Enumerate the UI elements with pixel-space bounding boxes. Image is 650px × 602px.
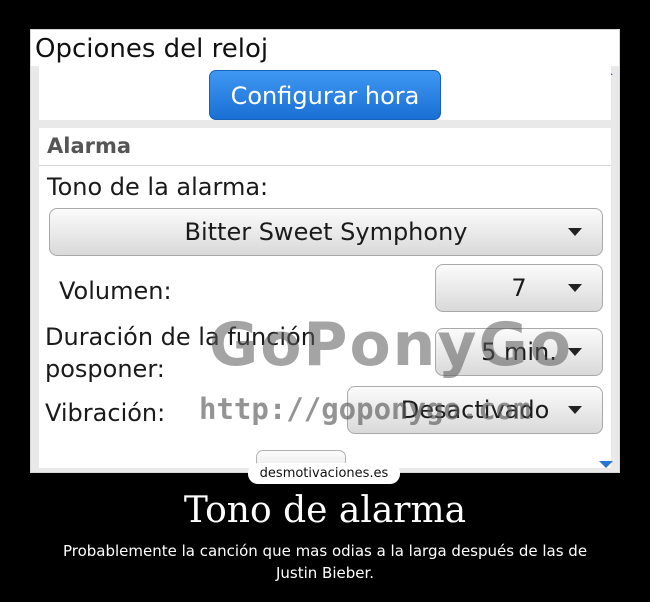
- alarm-section-heading: Alarma: [39, 128, 611, 166]
- chevron-down-icon: [568, 406, 582, 414]
- watermark-brand: GoPonyGo: [209, 310, 573, 380]
- snooze-label-line2: posponer:: [45, 355, 165, 383]
- poster-caption: Probablemente la canción que mas odias a…: [62, 542, 588, 582]
- tone-value: Bitter Sweet Symphony: [184, 218, 468, 246]
- vibration-label: Vibración:: [45, 399, 166, 427]
- tone-dropdown[interactable]: Bitter Sweet Symphony: [49, 208, 603, 256]
- poster-title: Tono de alarma: [183, 490, 467, 531]
- screenshot-frame: Opciones del reloj Configurar hora Alarm…: [30, 29, 620, 473]
- watermark-url: http://goponygo.com: [199, 392, 531, 426]
- chevron-down-icon: [568, 228, 582, 236]
- site-badge: desmotivaciones.es: [248, 463, 400, 484]
- volume-dropdown[interactable]: 7: [435, 264, 603, 312]
- page-title: Opciones del reloj: [31, 30, 619, 66]
- configure-time-button[interactable]: Configurar hora: [209, 70, 441, 120]
- scroll-down-icon[interactable]: [599, 461, 613, 468]
- volume-value: 7: [511, 274, 527, 302]
- tone-label: Tono de la alarma:: [47, 173, 269, 201]
- chevron-down-icon: [568, 284, 582, 292]
- volume-label: Volumen:: [59, 277, 172, 305]
- config-row: Configurar hora: [39, 66, 611, 120]
